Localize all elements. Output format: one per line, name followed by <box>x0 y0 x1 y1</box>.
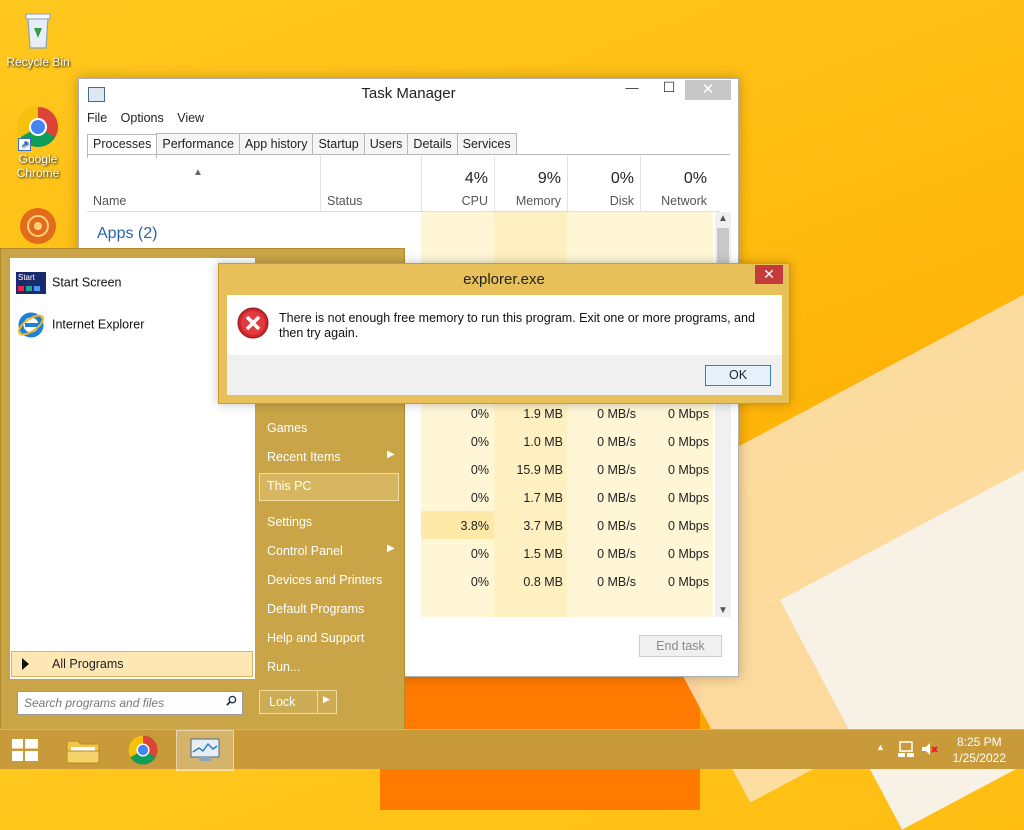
clock-date: 1/25/2022 <box>952 751 1006 765</box>
column-header-name[interactable]: Name <box>87 156 321 211</box>
start-item-label: Start Screen <box>52 275 122 290</box>
dialog-close-button[interactable]: ✕ <box>755 265 783 284</box>
tab-performance[interactable]: Performance <box>156 133 240 154</box>
desktop-icon-label: Google Chrome <box>16 152 60 180</box>
start-right-devices-and-printers[interactable]: Devices and Printers <box>267 573 382 587</box>
sun-app-icon <box>16 204 60 248</box>
volume-muted-icon[interactable] <box>920 740 938 758</box>
desktop-icon-app[interactable] <box>0 204 76 251</box>
dialog-message: There is not enough free memory to run t… <box>279 311 755 340</box>
start-button[interactable] <box>0 730 54 769</box>
column-header-cpu[interactable]: 4% CPU <box>421 156 495 211</box>
start-right-run[interactable]: Run... <box>267 660 300 674</box>
end-task-button[interactable]: End task <box>639 635 722 657</box>
start-right-control-panel[interactable]: Control Panel ▶ <box>267 543 397 558</box>
start-right-this-pc[interactable]: This PC <box>259 473 399 501</box>
search-placeholder: Search programs and files <box>24 696 165 710</box>
scroll-up-icon[interactable]: ▲ <box>718 213 728 224</box>
start-right-default-programs[interactable]: Default Programs <box>267 602 364 616</box>
all-programs-button[interactable]: All Programs <box>11 651 253 677</box>
taskbar-task-manager[interactable] <box>176 730 234 771</box>
desktop-icon-google-chrome[interactable]: ↗ Google Chrome <box>0 105 76 180</box>
scrollbar-thumb[interactable] <box>717 228 729 268</box>
column-header-memory[interactable]: 9% Memory <box>494 156 568 211</box>
tab-users[interactable]: Users <box>363 133 409 154</box>
start-search-input[interactable]: Search programs and files <box>17 691 243 715</box>
menu-view[interactable]: View <box>177 111 204 125</box>
start-right-games[interactable]: Games <box>267 421 307 435</box>
search-icon <box>226 695 237 706</box>
recycle-bin-icon <box>16 8 60 52</box>
tab-app-history[interactable]: App history <box>238 133 314 154</box>
start-item-internet-explorer[interactable]: Internet Explorer <box>16 310 246 340</box>
table-row[interactable]: 0% 15.9 MB 0 MB/s 0 Mbps <box>419 455 713 483</box>
scroll-down-icon[interactable]: ▼ <box>718 605 728 616</box>
close-button[interactable]: ✕ <box>685 80 731 100</box>
error-dialog: explorer.exe ✕ There is not enough free … <box>218 263 790 404</box>
start-right-settings[interactable]: Settings <box>267 515 312 529</box>
error-icon <box>237 307 269 339</box>
table-row[interactable]: 0% 1.5 MB 0 MB/s 0 Mbps <box>419 539 713 567</box>
dialog-title: explorer.exe <box>463 271 545 288</box>
tab-details[interactable]: Details <box>407 133 458 154</box>
column-header-network[interactable]: 0% Network <box>640 156 713 211</box>
shortcut-arrow-icon: ↗ <box>18 138 31 151</box>
menu-options[interactable]: Options <box>121 111 164 125</box>
table-row[interactable]: 0% 1.0 MB 0 MB/s 0 Mbps <box>419 427 713 455</box>
lock-divider <box>317 691 318 713</box>
maximize-button[interactable]: ☐ <box>655 79 683 97</box>
internet-explorer-icon <box>16 310 46 340</box>
tab-startup[interactable]: Startup <box>312 133 365 154</box>
tab-divider <box>87 154 730 155</box>
start-right-recent-items[interactable]: Recent Items ▶ <box>267 449 397 464</box>
windows-logo-icon <box>12 739 38 761</box>
dialog-body: There is not enough free memory to run t… <box>227 295 782 355</box>
title-bar: Task Manager — ☐ ✕ <box>79 79 738 107</box>
taskbar-file-explorer[interactable] <box>58 730 112 769</box>
table-row[interactable]: 3.8% 3.7 MB 0 MB/s 0 Mbps <box>419 511 713 539</box>
taskbar-chrome[interactable] <box>116 730 170 769</box>
taskbar: ▲ 8:25 PM 1/25/2022 <box>0 729 1024 771</box>
lock-options-arrow-icon[interactable]: ▶ <box>323 694 330 705</box>
network-icon[interactable] <box>897 740 915 758</box>
start-screen-icon: Start <box>16 272 46 294</box>
menu-file[interactable]: File <box>87 111 107 125</box>
system-clock[interactable]: 8:25 PM 1/25/2022 <box>953 734 1006 766</box>
play-arrow-icon <box>22 658 29 670</box>
chrome-icon: ↗ <box>16 105 60 151</box>
column-header-disk[interactable]: 0% Disk <box>567 156 641 211</box>
task-manager-icon <box>190 738 220 761</box>
tab-strip: Processes Performance App history Startup Us… <box>87 133 517 158</box>
chevron-right-icon: ▶ <box>387 449 395 460</box>
start-item-start-screen[interactable]: Start Start Screen <box>16 272 246 294</box>
column-header-status[interactable]: Status <box>321 156 422 211</box>
chevron-right-icon: ▶ <box>387 543 395 554</box>
table-row[interactable]: 0% 0.8 MB 0 MB/s 0 Mbps <box>419 567 713 595</box>
minimize-button[interactable]: — <box>618 80 646 98</box>
desktop-icon-recycle-bin[interactable]: Recycle Bin <box>0 8 76 69</box>
show-hidden-icons-chevron-icon[interactable]: ▲ <box>876 742 885 752</box>
desktop-icon-label: Recycle Bin <box>6 55 70 69</box>
folder-icon <box>66 740 100 764</box>
start-right-help-and-support[interactable]: Help and Support <box>267 631 364 645</box>
ok-button[interactable]: OK <box>705 365 771 386</box>
group-header-apps[interactable]: Apps (2) <box>97 225 157 243</box>
chrome-icon <box>128 735 158 765</box>
tab-services[interactable]: Services <box>456 133 517 154</box>
start-item-label: Internet Explorer <box>52 317 145 332</box>
dialog-footer: OK <box>227 355 782 395</box>
menu-bar: File Options View <box>87 111 214 125</box>
table-row[interactable]: 0% 1.7 MB 0 MB/s 0 Mbps <box>419 483 713 511</box>
lock-button[interactable]: Lock ▶ <box>259 690 337 714</box>
clock-time: 8:25 PM <box>956 735 1002 749</box>
